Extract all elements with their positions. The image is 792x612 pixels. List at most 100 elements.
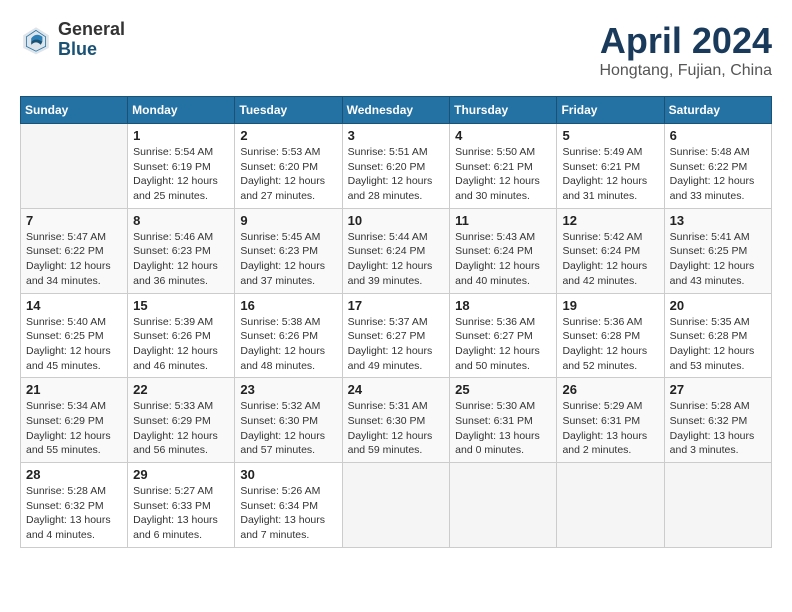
day-info: Sunrise: 5:44 AMSunset: 6:24 PMDaylight:… [348, 230, 445, 289]
column-header-friday: Friday [557, 97, 664, 124]
day-info: Sunrise: 5:43 AMSunset: 6:24 PMDaylight:… [455, 230, 551, 289]
month-title: April 2024 [599, 20, 772, 62]
calendar-cell: 4 Sunrise: 5:50 AMSunset: 6:21 PMDaylight… [450, 124, 557, 209]
column-header-saturday: Saturday [664, 97, 771, 124]
calendar-cell: 3Sunrise: 5:51 AMSunset: 6:20 PMDaylight… [342, 124, 450, 209]
calendar-cell: 25Sunrise: 5:30 AMSunset: 6:31 PMDayligh… [450, 378, 557, 463]
calendar-cell: 17 Sunrise: 5:37 AMSunset: 6:27 PMDayligh… [342, 293, 450, 378]
day-info: Sunrise: 5:27 AMSunset: 6:33 PMDaylight:… [133, 484, 229, 543]
calendar-cell [21, 124, 128, 209]
day-number: 27 [670, 382, 766, 397]
calendar-cell: 26 Sunrise: 5:29 AMSunset: 6:31 PMDayligh… [557, 378, 664, 463]
day-info: Sunrise: 5:34 AMSunset: 6:29 PMDaylight:… [26, 399, 122, 458]
calendar-cell: 16 Sunrise: 5:38 AMSunset: 6:26 PMDayligh… [235, 293, 342, 378]
day-info: Sunrise: 5:45 AMSunset: 6:23 PMDaylight:… [240, 230, 336, 289]
day-info: Sunrise: 5:42 AMSunset: 6:24 PMDaylight:… [562, 230, 658, 289]
day-number: 6 [670, 128, 766, 143]
day-number: 8 [133, 213, 229, 228]
calendar-cell: 29 Sunrise: 5:27 AMSunset: 6:33 PMDayligh… [128, 463, 235, 548]
week-row-5: 28 Sunrise: 5:28 AMSunset: 6:32 PMDayligh… [21, 463, 772, 548]
day-number: 30 [240, 467, 336, 482]
calendar-cell: 8 Sunrise: 5:46 AMSunset: 6:23 PMDaylight… [128, 208, 235, 293]
day-number: 19 [562, 298, 658, 313]
day-info: Sunrise: 5:46 AMSunset: 6:23 PMDaylight:… [133, 230, 229, 289]
day-number: 2 [240, 128, 336, 143]
week-row-3: 14 Sunrise: 5:40 AMSunset: 6:25 PMDayligh… [21, 293, 772, 378]
calendar-header: SundayMondayTuesdayWednesdayThursdayFrid… [21, 97, 772, 124]
calendar-cell: 13Sunrise: 5:41 AMSunset: 6:25 PMDayligh… [664, 208, 771, 293]
day-info: Sunrise: 5:38 AMSunset: 6:26 PMDaylight:… [240, 315, 336, 374]
day-number: 23 [240, 382, 336, 397]
calendar-cell [450, 463, 557, 548]
day-number: 16 [240, 298, 336, 313]
day-number: 26 [562, 382, 658, 397]
day-number: 7 [26, 213, 122, 228]
day-info: Sunrise: 5:29 AMSunset: 6:31 PMDaylight:… [562, 399, 658, 458]
logo-icon [20, 24, 52, 56]
calendar-cell: 9 Sunrise: 5:45 AMSunset: 6:23 PMDaylight… [235, 208, 342, 293]
calendar-cell: 14 Sunrise: 5:40 AMSunset: 6:25 PMDayligh… [21, 293, 128, 378]
calendar-cell: 12 Sunrise: 5:42 AMSunset: 6:24 PMDayligh… [557, 208, 664, 293]
day-info: Sunrise: 5:35 AMSunset: 6:28 PMDaylight:… [670, 315, 766, 374]
day-number: 14 [26, 298, 122, 313]
calendar-cell: 5Sunrise: 5:49 AMSunset: 6:21 PMDaylight… [557, 124, 664, 209]
day-number: 29 [133, 467, 229, 482]
day-info: Sunrise: 5:33 AMSunset: 6:29 PMDaylight:… [133, 399, 229, 458]
day-info: Sunrise: 5:50 AMSunset: 6:21 PMDaylight:… [455, 145, 551, 204]
column-header-wednesday: Wednesday [342, 97, 450, 124]
location-title: Hongtang, Fujian, China [599, 62, 772, 80]
day-info: Sunrise: 5:51 AMSunset: 6:20 PMDaylight:… [348, 145, 445, 204]
day-info: Sunrise: 5:47 AMSunset: 6:22 PMDaylight:… [26, 230, 122, 289]
day-info: Sunrise: 5:26 AMSunset: 6:34 PMDaylight:… [240, 484, 336, 543]
day-number: 9 [240, 213, 336, 228]
day-info: Sunrise: 5:39 AMSunset: 6:26 PMDaylight:… [133, 315, 229, 374]
day-number: 5 [562, 128, 658, 143]
day-info: Sunrise: 5:28 AMSunset: 6:32 PMDaylight:… [26, 484, 122, 543]
calendar-cell: 6 Sunrise: 5:48 AMSunset: 6:22 PMDaylight… [664, 124, 771, 209]
calendar-cell [664, 463, 771, 548]
calendar-cell: 7 Sunrise: 5:47 AMSunset: 6:22 PMDaylight… [21, 208, 128, 293]
day-info: Sunrise: 5:40 AMSunset: 6:25 PMDaylight:… [26, 315, 122, 374]
logo-text: General Blue [58, 20, 125, 60]
calendar-cell: 20 Sunrise: 5:35 AMSunset: 6:28 PMDayligh… [664, 293, 771, 378]
day-number: 13 [670, 213, 766, 228]
calendar-cell: 19 Sunrise: 5:36 AMSunset: 6:28 PMDayligh… [557, 293, 664, 378]
day-info: Sunrise: 5:36 AMSunset: 6:27 PMDaylight:… [455, 315, 551, 374]
day-info: Sunrise: 5:54 AMSunset: 6:19 PMDaylight:… [133, 145, 229, 204]
day-number: 28 [26, 467, 122, 482]
calendar-cell: 11 Sunrise: 5:43 AMSunset: 6:24 PMDayligh… [450, 208, 557, 293]
day-number: 10 [348, 213, 445, 228]
day-info: Sunrise: 5:37 AMSunset: 6:27 PMDaylight:… [348, 315, 445, 374]
day-info: Sunrise: 5:53 AMSunset: 6:20 PMDaylight:… [240, 145, 336, 204]
day-number: 1 [133, 128, 229, 143]
day-number: 4 [455, 128, 551, 143]
column-header-monday: Monday [128, 97, 235, 124]
day-number: 22 [133, 382, 229, 397]
calendar-cell: 22 Sunrise: 5:33 AMSunset: 6:29 PMDayligh… [128, 378, 235, 463]
day-info: Sunrise: 5:36 AMSunset: 6:28 PMDaylight:… [562, 315, 658, 374]
day-number: 25 [455, 382, 551, 397]
page-header: General Blue April 2024 Hongtang, Fujian… [20, 20, 772, 80]
day-info: Sunrise: 5:28 AMSunset: 6:32 PMDaylight:… [670, 399, 766, 458]
calendar-cell: 1 Sunrise: 5:54 AMSunset: 6:19 PMDaylight… [128, 124, 235, 209]
column-header-sunday: Sunday [21, 97, 128, 124]
calendar-cell [342, 463, 450, 548]
day-info: Sunrise: 5:32 AMSunset: 6:30 PMDaylight:… [240, 399, 336, 458]
calendar-cell: 15 Sunrise: 5:39 AMSunset: 6:26 PMDayligh… [128, 293, 235, 378]
logo: General Blue [20, 20, 125, 60]
day-number: 17 [348, 298, 445, 313]
calendar-cell: 2 Sunrise: 5:53 AMSunset: 6:20 PMDaylight… [235, 124, 342, 209]
day-number: 24 [348, 382, 445, 397]
logo-blue-text: Blue [58, 40, 125, 60]
calendar-cell: 21 Sunrise: 5:34 AMSunset: 6:29 PMDayligh… [21, 378, 128, 463]
calendar-table: SundayMondayTuesdayWednesdayThursdayFrid… [20, 96, 772, 548]
day-info: Sunrise: 5:48 AMSunset: 6:22 PMDaylight:… [670, 145, 766, 204]
day-number: 21 [26, 382, 122, 397]
day-number: 20 [670, 298, 766, 313]
day-info: Sunrise: 5:31 AMSunset: 6:30 PMDaylight:… [348, 399, 445, 458]
title-block: April 2024 Hongtang, Fujian, China [599, 20, 772, 80]
day-number: 12 [562, 213, 658, 228]
day-number: 18 [455, 298, 551, 313]
day-number: 15 [133, 298, 229, 313]
day-number: 11 [455, 213, 551, 228]
